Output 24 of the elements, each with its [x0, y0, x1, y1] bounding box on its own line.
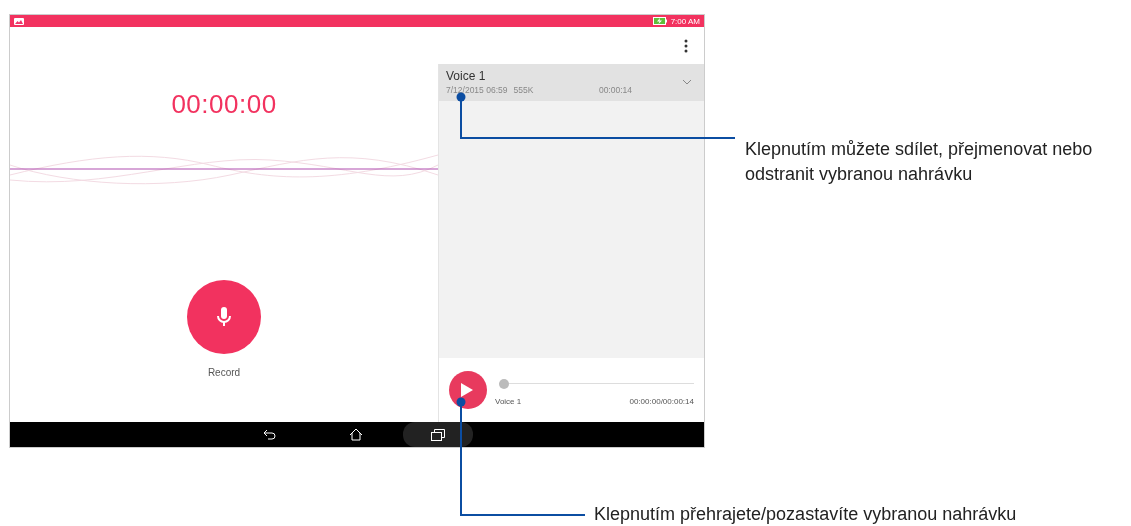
back-icon[interactable]	[263, 428, 277, 441]
home-icon[interactable]	[349, 428, 363, 441]
player-time: 00:00:00/00:00:14	[629, 396, 694, 406]
player-track-name: Voice 1	[495, 396, 522, 406]
record-label: Record	[207, 367, 241, 378]
more-options-icon[interactable]	[684, 38, 688, 53]
recent-apps-icon	[431, 428, 445, 441]
callout-text: Klepnutím přehrajete/pozastavíte vybranou nahrávku	[594, 504, 1017, 525]
recent-apps-button[interactable]	[403, 422, 473, 447]
recording-name: Voice 1	[446, 69, 487, 83]
recording-date: 7/12/2015 06:59	[446, 85, 508, 95]
callout-text: Klepnutím můžete sdílet, přejmenovat nebo odstranit vybranou nahrávku	[745, 138, 1094, 186]
microphone-icon	[217, 307, 231, 327]
play-button[interactable]	[449, 371, 487, 409]
recording-item[interactable]: Voice 1 7/12/2015 06:59 555K 00:00:14	[439, 64, 704, 101]
recording-timer: 00:00:00	[171, 89, 277, 120]
progress-thumb[interactable]	[499, 378, 509, 389]
battery-charging-icon	[652, 17, 667, 25]
chevron-down-icon[interactable]	[682, 79, 692, 85]
recording-duration: 00:00:14	[598, 85, 632, 95]
status-time: 7:00 AM	[670, 16, 700, 26]
recording-size: 555K	[513, 85, 534, 95]
play-icon	[461, 383, 473, 397]
progress-track[interactable]	[499, 378, 694, 389]
